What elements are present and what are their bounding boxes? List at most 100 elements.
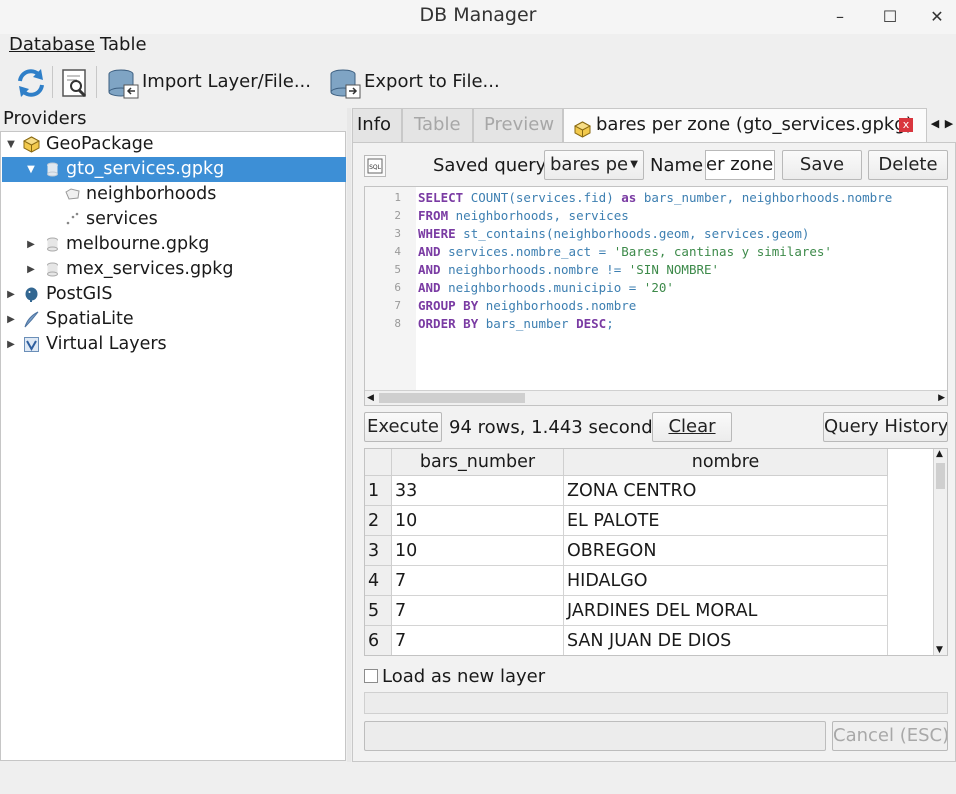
database-icon xyxy=(44,236,61,253)
table-cell-nombre[interactable]: HIDALGO xyxy=(564,566,888,596)
collapse-arrow-icon[interactable]: ▶ xyxy=(25,257,37,282)
sql-icon[interactable]: SQL xyxy=(364,155,386,177)
import-layer-icon[interactable] xyxy=(106,66,140,100)
save-button[interactable]: Save xyxy=(782,150,862,180)
row-header[interactable]: 3 xyxy=(365,536,392,566)
scroll-up-icon[interactable]: ▲ xyxy=(936,449,943,459)
row-header[interactable]: 2 xyxy=(365,506,392,536)
row-header[interactable]: 1 xyxy=(365,476,392,506)
tree-item-mex-services[interactable]: ▶ mex_services.gpkg xyxy=(2,257,346,282)
table-cell-nombre[interactable]: JARDINES DEL MORAL xyxy=(564,596,888,626)
tree-item-spatialite[interactable]: ▶ SpatiaLite xyxy=(2,307,346,332)
table-cell-bars-number[interactable]: 7 xyxy=(392,566,564,596)
table-cell-nombre[interactable]: SAN JUAN DE DIOS xyxy=(564,626,888,655)
table-cell-bars-number[interactable]: 33 xyxy=(392,476,564,506)
row-header[interactable]: 6 xyxy=(365,626,392,655)
delete-button[interactable]: Delete xyxy=(868,150,948,180)
cancel-button[interactable]: Cancel (ESC) xyxy=(832,721,948,751)
sql-line: AND services.nombre_act = 'Bares, cantin… xyxy=(418,244,832,259)
collapse-arrow-icon[interactable]: ▶ xyxy=(25,232,37,257)
line-number: 1 xyxy=(394,191,401,204)
corner-header[interactable] xyxy=(365,449,392,476)
expand-arrow-icon[interactable]: ▼ xyxy=(5,132,17,157)
panel-splitter[interactable] xyxy=(347,108,351,762)
sql-window-icon[interactable] xyxy=(58,66,92,100)
sql-line: AND neighborhoods.nombre != 'SIN NOMBRE' xyxy=(418,262,720,277)
tree-item-virtual-layers[interactable]: ▶ Virtual Layers xyxy=(2,332,346,357)
geopackage-icon xyxy=(573,117,592,138)
toolbar-separator xyxy=(96,66,97,98)
geopackage-icon xyxy=(22,136,41,153)
scroll-thumb[interactable] xyxy=(379,393,525,403)
sql-editor[interactable]: ◀ ▶ 1 SELECT COUNT(services.fid) as bars_… xyxy=(364,186,948,406)
close-tab-icon[interactable]: x xyxy=(899,118,913,132)
editor-horizontal-scrollbar[interactable]: ◀ ▶ xyxy=(365,390,947,405)
chevron-down-icon: ▼ xyxy=(630,159,638,170)
refresh-icon[interactable] xyxy=(14,66,48,100)
table-cell-bars-number[interactable]: 7 xyxy=(392,626,564,655)
tree-item-geopackage[interactable]: ▼ GeoPackage xyxy=(2,132,346,157)
table-cell-bars-number[interactable]: 10 xyxy=(392,506,564,536)
export-file-icon[interactable] xyxy=(328,66,362,100)
collapse-arrow-icon[interactable]: ▶ xyxy=(5,282,17,307)
execute-button[interactable]: Execute xyxy=(364,412,442,442)
sql-line: SELECT COUNT(services.fid) as bars_numbe… xyxy=(418,190,893,205)
postgis-icon xyxy=(23,286,40,303)
table-cell-nombre[interactable]: ZONA CENTRO xyxy=(564,476,888,506)
table-cell-bars-number[interactable]: 7 xyxy=(392,596,564,626)
name-label: Name xyxy=(650,155,704,176)
saved-query-select[interactable]: bares pe ▼ xyxy=(544,150,644,180)
database-icon xyxy=(44,161,61,178)
maximize-button[interactable]: ☐ xyxy=(878,6,902,28)
menu-table[interactable]: Table xyxy=(100,34,147,55)
collapse-arrow-icon[interactable]: ▶ xyxy=(5,332,17,357)
tree-item-melbourne[interactable]: ▶ melbourne.gpkg xyxy=(2,232,346,257)
providers-title: Providers xyxy=(3,108,87,129)
tab-info[interactable]: Info xyxy=(352,108,402,142)
table-cell-nombre[interactable]: OBREGON xyxy=(564,536,888,566)
tab-scroll-right-icon[interactable]: ▶ xyxy=(942,108,956,140)
column-header-bars-number[interactable]: bars_number xyxy=(392,449,564,476)
tab-table[interactable]: Table xyxy=(402,108,473,142)
toolbar-separator xyxy=(52,66,53,98)
scroll-right-icon[interactable]: ▶ xyxy=(938,391,945,405)
table-cell-bars-number[interactable]: 10 xyxy=(392,536,564,566)
line-number: 2 xyxy=(394,209,401,222)
results-table[interactable]: bars_number nombre ▲ ▼ 1 33 ZONA CENTRO 2 10… xyxy=(364,448,948,656)
progress-bar xyxy=(364,721,826,751)
expand-arrow-icon[interactable]: ▼ xyxy=(25,157,37,182)
menu-database[interactable]: Database xyxy=(9,34,95,55)
tree-item-gto-services[interactable]: ▼ gto_services.gpkg xyxy=(2,157,346,182)
column-header-nombre[interactable]: nombre xyxy=(564,449,888,476)
scroll-thumb[interactable] xyxy=(936,463,945,489)
export-file-button[interactable]: Export to File... xyxy=(364,71,500,92)
polygon-layer-icon xyxy=(64,186,81,203)
close-button[interactable]: ✕ xyxy=(925,6,949,28)
scroll-down-icon[interactable]: ▼ xyxy=(936,645,943,655)
sql-line: AND neighborhoods.municipio = '20' xyxy=(418,280,674,295)
tab-preview[interactable]: Preview xyxy=(473,108,563,142)
line-number: 6 xyxy=(394,281,401,294)
tree-item-services[interactable]: services xyxy=(2,207,346,232)
import-layer-button[interactable]: Import Layer/File... xyxy=(142,71,311,92)
load-as-layer-checkbox[interactable] xyxy=(364,669,378,683)
tab-query-label: bares per zone (gto_services.gpkg) xyxy=(596,114,913,135)
row-header[interactable]: 5 xyxy=(365,596,392,626)
query-history-button[interactable]: Query History xyxy=(823,412,948,442)
row-header[interactable]: 4 xyxy=(365,566,392,596)
query-name-input[interactable]: er zone xyxy=(705,150,775,180)
saved-query-label: Saved query xyxy=(433,155,547,176)
line-number: 8 xyxy=(394,317,401,330)
tree-item-neighborhoods[interactable]: neighborhoods xyxy=(2,182,346,207)
minimize-button[interactable]: – xyxy=(828,6,852,28)
results-vertical-scrollbar[interactable]: ▲ ▼ xyxy=(933,449,947,655)
collapse-arrow-icon[interactable]: ▶ xyxy=(5,307,17,332)
scroll-left-icon[interactable]: ◀ xyxy=(367,391,374,405)
tree-item-postgis[interactable]: ▶ PostGIS xyxy=(2,282,346,307)
tab-scroll-left-icon[interactable]: ◀ xyxy=(928,108,942,140)
clear-button[interactable]: Clear xyxy=(652,412,732,442)
svg-text:SQL: SQL xyxy=(369,164,382,171)
table-cell-nombre[interactable]: EL PALOTE xyxy=(564,506,888,536)
sql-line: ORDER BY bars_number DESC; xyxy=(418,316,614,331)
tab-query[interactable]: bares per zone (gto_services.gpkg) x xyxy=(563,108,927,143)
